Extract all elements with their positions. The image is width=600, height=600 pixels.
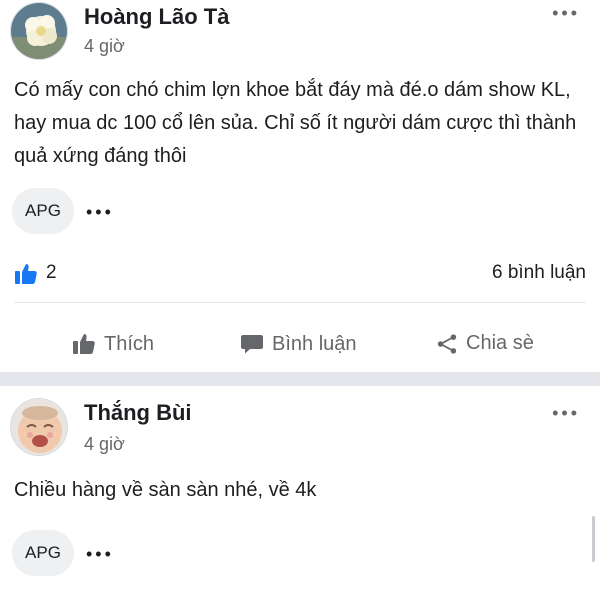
post-time[interactable]: 4 giờ xyxy=(84,36,125,57)
share-button[interactable]: Chia sè xyxy=(436,332,534,355)
avatar[interactable] xyxy=(10,398,68,456)
avatar[interactable] xyxy=(10,2,68,60)
divider xyxy=(14,302,586,303)
speech-bubble-icon xyxy=(241,335,263,354)
post-separator xyxy=(0,372,600,386)
avatar-crying-baby-image xyxy=(11,399,67,455)
thumbs-up-icon xyxy=(73,334,95,354)
share-button-label: Chia sè xyxy=(466,332,534,354)
avatar-flower-image xyxy=(11,3,67,59)
scrollbar[interactable] xyxy=(592,516,595,562)
post-card: Hoàng Lão Tà 4 giờ ••• Có mấy con chó ch… xyxy=(0,0,600,372)
post-text: Chiều hàng về sàn sàn nhé, về 4k xyxy=(14,479,317,501)
post-card: Thắng Bùi 4 giờ ••• Chiều hàng về sàn sà… xyxy=(0,386,600,600)
more-tags-icon[interactable]: ••• xyxy=(86,545,114,563)
author-name[interactable]: Hoàng Lão Tà xyxy=(84,4,229,30)
more-tags-icon[interactable]: ••• xyxy=(86,203,114,221)
more-options-icon[interactable]: ••• xyxy=(552,404,580,422)
more-options-icon[interactable]: ••• xyxy=(552,4,580,22)
like-button-label: Thích xyxy=(104,332,155,355)
thumbs-up-icon[interactable] xyxy=(14,262,38,286)
author-name[interactable]: Thắng Bùi xyxy=(84,400,192,426)
like-button[interactable]: Thích xyxy=(72,332,154,356)
comment-button-label: Bình luận xyxy=(272,332,357,355)
post-text: Có mấy con chó chim lợn khoe bắt đáy mà … xyxy=(14,79,577,167)
comment-button[interactable]: Bình luận xyxy=(240,332,357,356)
post-time[interactable]: 4 giờ xyxy=(84,434,125,455)
like-count[interactable]: 2 xyxy=(46,262,57,284)
share-icon xyxy=(437,333,457,354)
stock-tag-chip[interactable]: APG xyxy=(12,188,74,234)
comment-count[interactable]: 6 bình luận xyxy=(492,262,586,284)
stock-tag-chip[interactable]: APG xyxy=(12,530,74,576)
